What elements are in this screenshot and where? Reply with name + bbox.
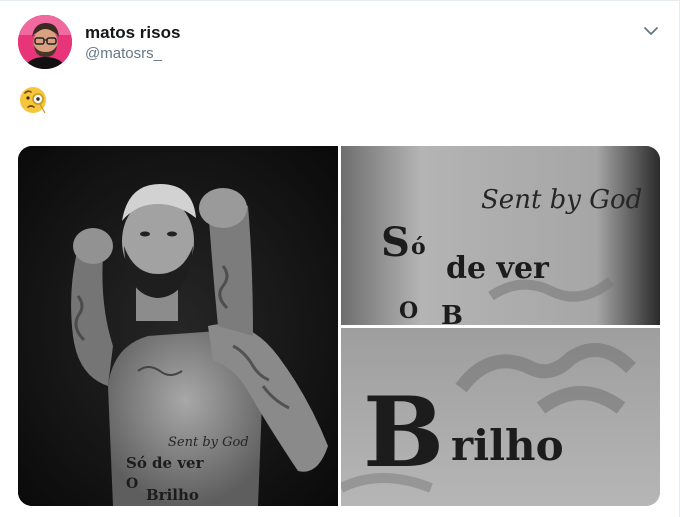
media-photo-3[interactable]: B rilho — [341, 328, 660, 506]
svg-text:Só de ver: Só de ver — [126, 454, 205, 472]
media-photo-1[interactable]: Sent by God Só de ver O Brilho — [18, 146, 338, 506]
svg-text:B: B — [441, 301, 463, 325]
avatar[interactable] — [18, 15, 72, 69]
tattoo-capital-b: B — [363, 376, 444, 489]
svg-text:rilho: rilho — [451, 421, 564, 470]
media-photo-2[interactable]: Sent by God S ó de ver O B — [341, 146, 660, 325]
media-grid: Sent by God Só de ver O Brilho Sent by G… — [18, 146, 660, 506]
svg-text:ó: ó — [411, 234, 426, 260]
user-handle[interactable]: @matosrs_ — [85, 45, 162, 62]
display-name[interactable]: matos risos — [85, 23, 180, 43]
face-with-monocle-icon — [18, 83, 50, 115]
svg-text:O: O — [399, 298, 418, 324]
svg-text:de ver: de ver — [446, 251, 550, 286]
svg-text:Sent by God: Sent by God — [168, 435, 249, 450]
svg-text:S: S — [381, 219, 410, 266]
svg-text:O: O — [126, 476, 138, 492]
tweet-card: matos risos @matosrs_ Sent by God Só de … — [0, 0, 680, 517]
chevron-down-icon[interactable] — [641, 21, 661, 41]
svg-text:Brilho: Brilho — [146, 486, 199, 504]
tattoo-script: Sent by God — [481, 185, 642, 215]
avatar-image — [18, 15, 72, 69]
